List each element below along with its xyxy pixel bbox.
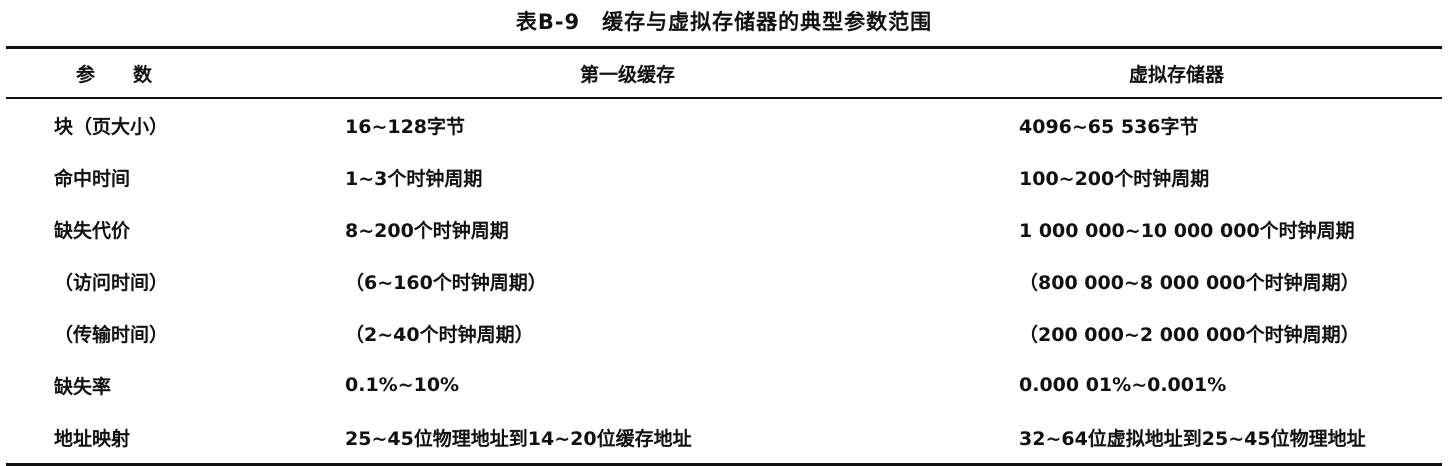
parameter-cell: 缺失率 <box>54 375 112 398</box>
parameter-cell: （访问时间） <box>54 271 169 294</box>
virtual-memory-cell: （800 000~8 000 000个时钟周期） <box>1019 271 1360 294</box>
table-row: （传输时间） （2~40个时钟周期） （200 000~2 000 000个时钟周期… <box>6 307 1442 359</box>
table-header-row: 参 数 第一级缓存 虚拟存储器 <box>6 47 1442 98</box>
table-row: 缺失率 0.1%~10% 0.000 01%~0.001% <box>6 359 1442 411</box>
table-row: 地址映射 25~45位物理地址到14~20位缓存地址 32~64位虚拟地址到25~4… <box>6 411 1442 465</box>
table-row: 命中时间 1~3个时钟周期 100~200个时钟周期 <box>6 151 1442 203</box>
parameter-cell: 地址映射 <box>54 427 131 450</box>
parameter-cell: 缺失代价 <box>54 219 131 242</box>
virtual-memory-cell: 1 000 000~10 000 000个时钟周期 <box>1019 219 1355 242</box>
table-row: 缺失代价 8~200个时钟周期 1 000 000~10 000 000个时钟周期 <box>6 203 1442 255</box>
l1-cache-cell: 16~128字节 <box>345 115 466 138</box>
virtual-memory-cell: 100~200个时钟周期 <box>1019 167 1210 190</box>
table-row: 块（页大小） 16~128字节 4096~65 536字节 <box>6 98 1442 151</box>
l1-cache-cell: （2~40个时钟周期） <box>345 323 534 346</box>
table-row: （访问时间） （6~160个时钟周期） （800 000~8 000 000个时钟周… <box>6 255 1442 307</box>
l1-cache-cell: 25~45位物理地址到14~20位缓存地址 <box>345 427 692 450</box>
header-l1-cache: 第一级缓存 <box>579 63 675 86</box>
virtual-memory-cell: 32~64位虚拟地址到25~45位物理地址 <box>1019 427 1366 450</box>
virtual-memory-cell: 0.000 01%~0.001% <box>1019 374 1227 396</box>
header-parameter: 参 数 <box>76 63 153 86</box>
parameter-cell: 块（页大小） <box>54 115 169 138</box>
l1-cache-cell: 1~3个时钟周期 <box>345 167 483 190</box>
table-title: 表B-9 缓存与虚拟存储器的典型参数范围 <box>515 10 933 34</box>
parameter-cell: 命中时间 <box>54 167 131 190</box>
l1-cache-cell: 8~200个时钟周期 <box>345 219 509 242</box>
header-virtual-memory: 虚拟存储器 <box>1128 63 1224 86</box>
l1-cache-cell: （6~160个时钟周期） <box>345 271 547 294</box>
parameter-cell: （传输时间） <box>54 323 169 346</box>
virtual-memory-cell: 4096~65 536字节 <box>1019 115 1199 138</box>
virtual-memory-cell: （200 000~2 000 000个时钟周期） <box>1019 323 1360 346</box>
parameter-table: 参 数 第一级缓存 虚拟存储器 块（页大小） 16~128字节 4096~65 53… <box>6 46 1442 466</box>
l1-cache-cell: 0.1%~10% <box>345 374 460 396</box>
